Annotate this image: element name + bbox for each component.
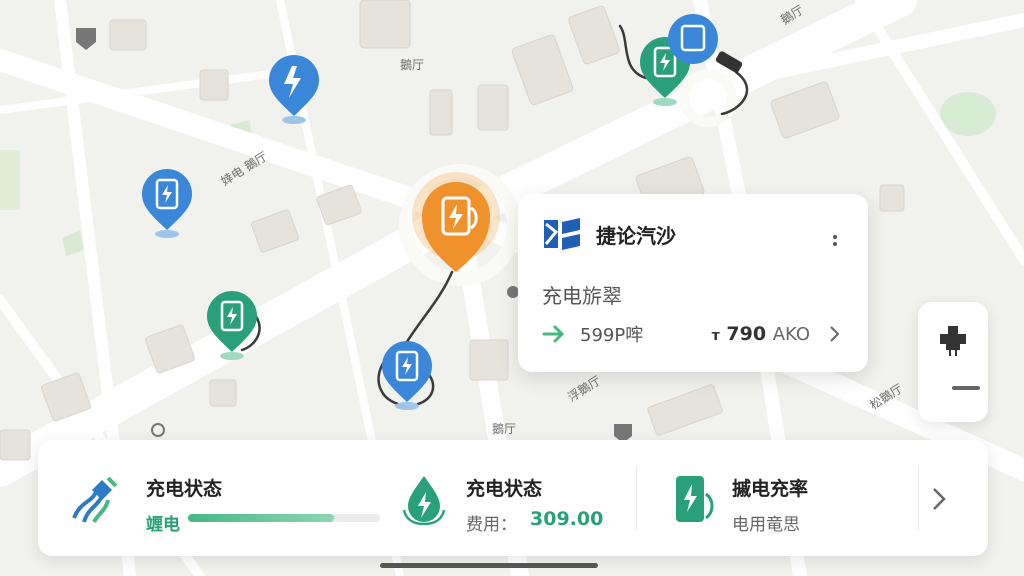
price-value: 790 bbox=[726, 323, 767, 345]
station-subtitle: 充电旂翠 bbox=[542, 284, 622, 308]
status-title: 摵电充率 bbox=[732, 478, 809, 500]
charge-progress-fill bbox=[188, 514, 334, 522]
fee-value: 309.00 bbox=[530, 508, 604, 530]
cable-icon bbox=[72, 476, 118, 523]
station-pin-green[interactable] bbox=[205, 290, 259, 360]
chevron-right-icon[interactable] bbox=[928, 486, 950, 512]
park-area bbox=[940, 92, 996, 136]
station-pin-blue[interactable] bbox=[267, 54, 321, 124]
price-unit: AKO bbox=[772, 324, 810, 345]
map-label: 鵝厅 bbox=[492, 422, 517, 436]
brand-logo bbox=[544, 218, 580, 250]
map-controls bbox=[918, 302, 988, 422]
status-title: 充电状态 bbox=[146, 478, 223, 500]
status-title: 充电状态 bbox=[466, 478, 543, 500]
station-pin-blue[interactable] bbox=[666, 12, 720, 66]
charge-progress-bar bbox=[188, 514, 380, 522]
plug-icon[interactable] bbox=[936, 324, 970, 358]
status-sub: 竰电 bbox=[146, 515, 180, 535]
divider bbox=[918, 466, 919, 530]
arrow-right-icon bbox=[542, 325, 565, 343]
station-price: ᴛ 790 AKO bbox=[711, 323, 810, 345]
more-vertical-icon[interactable] bbox=[828, 232, 842, 252]
minus-icon[interactable] bbox=[952, 386, 980, 392]
fee-label: 费用： bbox=[466, 515, 517, 535]
charging-status-panel: 充电状态 竰电 充电状态 费用： 309.00 摵电充率 电用竜思 bbox=[38, 440, 988, 556]
station-pin-blue[interactable] bbox=[380, 340, 434, 410]
chevron-right-icon[interactable] bbox=[824, 324, 844, 344]
status-section-charging[interactable]: 充电状态 竰电 bbox=[38, 440, 398, 556]
status-section-rate[interactable]: 摵电充率 电用竜思 bbox=[636, 440, 918, 556]
map-label: 鵝厅 bbox=[400, 58, 425, 72]
status-section-fee[interactable]: 充电状态 费用： 309.00 bbox=[398, 440, 636, 556]
station-pin-selected[interactable] bbox=[410, 172, 502, 282]
station-name: 捷论汽沙 bbox=[596, 223, 676, 248]
water-drop-icon bbox=[402, 476, 446, 526]
station-info-card[interactable]: 捷论汽沙 充电旂翠 599P哰 ᴛ 790 AKO bbox=[518, 194, 868, 372]
station-pin-blue[interactable] bbox=[140, 168, 194, 238]
battery-icon bbox=[676, 476, 714, 522]
station-detail-row[interactable]: 599P哰 ᴛ 790 AKO bbox=[542, 321, 844, 347]
station-power: 599P哰 bbox=[580, 325, 644, 346]
status-sub: 电用竜思 bbox=[732, 515, 800, 535]
home-indicator[interactable] bbox=[380, 563, 598, 568]
